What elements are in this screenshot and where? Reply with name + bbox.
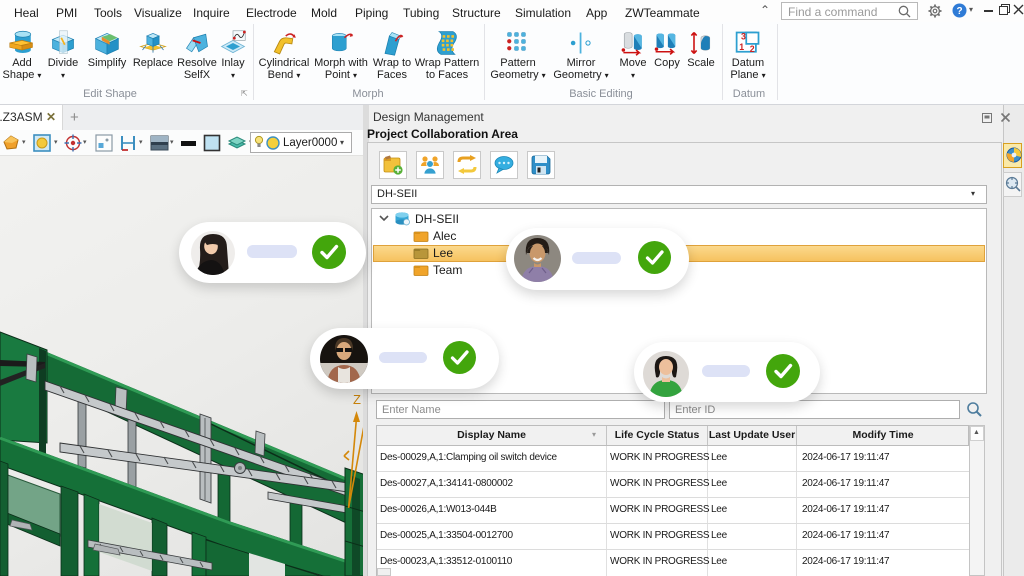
svg-text:3: 3: [741, 32, 746, 42]
svg-text:?: ?: [956, 6, 962, 17]
svg-text:Z: Z: [353, 392, 361, 407]
svg-text:2: 2: [750, 44, 755, 54]
svg-text:1: 1: [739, 42, 744, 52]
